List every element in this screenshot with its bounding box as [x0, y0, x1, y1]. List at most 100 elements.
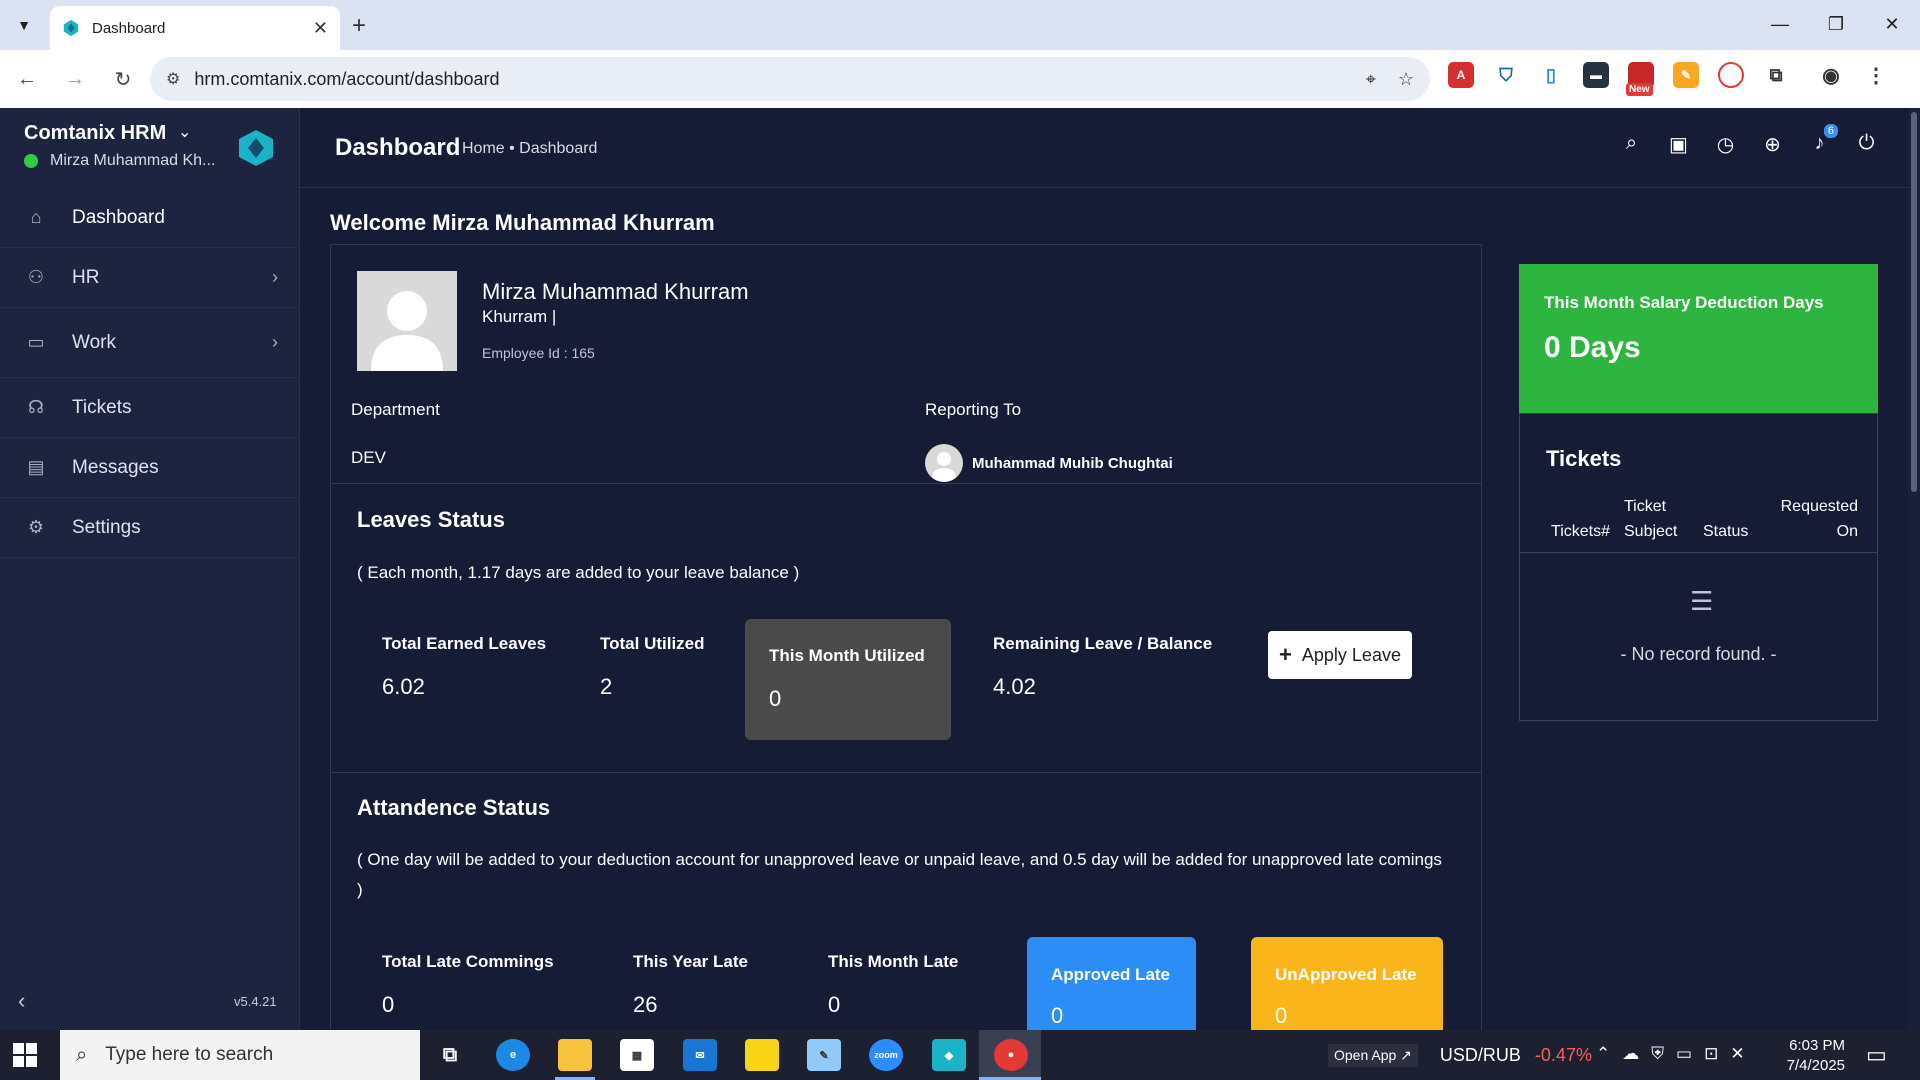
- window-controls: — ❐ ✕: [1752, 0, 1920, 50]
- sidebar-item-settings[interactable]: ⚙ Settings: [0, 498, 300, 558]
- user-silhouette-icon: [931, 452, 957, 482]
- yellow-extension-icon[interactable]: ✎: [1673, 62, 1699, 88]
- chevron-down-icon[interactable]: ⌄: [178, 122, 191, 142]
- profile-card: Mirza Muhammad Khurram Khurram | Employe…: [330, 244, 1482, 1040]
- open-app-link[interactable]: Open App ↗: [1328, 1044, 1418, 1067]
- minimize-icon[interactable]: —: [1752, 0, 1808, 48]
- col-requested-line1: Requested: [1780, 498, 1858, 515]
- department-label: Department: [351, 400, 440, 419]
- approved-late-label: Approved Late: [1051, 965, 1171, 984]
- stock-ticker-widget[interactable]: Open App ↗ USD/RUB -0.47%: [1328, 1044, 1592, 1067]
- network-icon[interactable]: ⊡: [1704, 1044, 1718, 1064]
- folder-extension-icon[interactable]: ▬: [1583, 62, 1609, 88]
- onedrive-cloud-icon[interactable]: ☁: [1622, 1044, 1639, 1064]
- total-earned-label: Total Earned Leaves: [382, 634, 547, 653]
- bell-icon[interactable]: ♪ 6: [1796, 124, 1843, 157]
- address-bar[interactable]: ⚙ hrm.comtanix.com/account/dashboard ⌖ ☆: [150, 57, 1430, 101]
- tab-title: Dashboard: [92, 19, 166, 37]
- security-icon[interactable]: ⛨: [1651, 1044, 1664, 1064]
- new-extension-icon[interactable]: New: [1626, 62, 1654, 96]
- clock-icon[interactable]: ◷: [1702, 132, 1749, 157]
- side-menu: ⌂ Dashboard ⚇ HR › ▭ Work › ☊ Tickets ▤ …: [0, 188, 300, 558]
- tickets-title: Tickets: [1546, 446, 1622, 471]
- profile-icon[interactable]: ◉: [1818, 62, 1844, 88]
- chrome-icon[interactable]: ●: [994, 1039, 1028, 1071]
- users-icon: ⚇: [27, 267, 45, 287]
- sidebar-item-work[interactable]: ▭ Work ›: [0, 308, 300, 378]
- shield-extension-icon[interactable]: ⛉: [1493, 62, 1519, 88]
- close-window-icon[interactable]: ✕: [1864, 0, 1920, 48]
- chevron-up-icon[interactable]: ⌃: [1596, 1044, 1610, 1064]
- docs-extension-icon[interactable]: ▯: [1538, 62, 1564, 88]
- breadcrumb[interactable]: Home • Dashboard: [462, 140, 597, 158]
- page-scrollbar[interactable]: [1908, 108, 1920, 1030]
- back-arrow-icon[interactable]: ←: [6, 58, 48, 100]
- notification-center-icon[interactable]: ▭: [1866, 1042, 1887, 1068]
- total-late-label: Total Late Commings: [382, 952, 554, 971]
- month-late-label: This Month Late: [828, 952, 959, 971]
- month-late-value: 0: [828, 992, 841, 1017]
- restore-icon[interactable]: ❐: [1808, 0, 1864, 48]
- comtanix-favicon-icon: [63, 19, 79, 37]
- ticker-change: -0.47%: [1534, 1045, 1592, 1065]
- month-utilized-label: This Month Utilized: [769, 646, 925, 665]
- pokeball-extension-icon[interactable]: [1718, 62, 1744, 88]
- user-silhouette-icon: [371, 291, 443, 371]
- forward-arrow-icon[interactable]: →: [54, 58, 96, 100]
- sidebar-item-tickets[interactable]: ☊ Tickets: [0, 378, 300, 438]
- search-icon[interactable]: ⌕: [1608, 132, 1655, 157]
- scrollbar-thumb[interactable]: [1911, 112, 1917, 492]
- extensions-area: A ⛉ ▯ ▬ New ✎ ⧉ ◉ ⋮: [1448, 62, 1908, 96]
- browser-menu-icon[interactable]: ⋮: [1863, 62, 1889, 88]
- month-utilized-value: 0: [769, 686, 782, 711]
- browser-tab-dashboard[interactable]: Dashboard ✕: [50, 6, 340, 50]
- battery-icon[interactable]: ▭: [1676, 1044, 1692, 1064]
- site-info-icon[interactable]: ⚙: [166, 69, 180, 89]
- power-icon[interactable]: ⏻: [1843, 132, 1890, 157]
- pdf-extension-icon[interactable]: A: [1448, 62, 1474, 88]
- total-utilized-label: Total Utilized: [600, 634, 705, 653]
- divider: [331, 772, 1481, 773]
- sidebar-item-dashboard[interactable]: ⌂ Dashboard: [0, 188, 300, 248]
- windows-start-icon[interactable]: [12, 1042, 38, 1068]
- app-header: Dashboard Home • Dashboard ⌕ ▣ ◷ ⊕ ♪ 6 ⏻: [300, 108, 1908, 188]
- reporting-label: Reporting To: [925, 400, 1022, 419]
- microsoft-store-icon[interactable]: ▦: [620, 1039, 654, 1071]
- notepad-icon[interactable]: ✎: [807, 1039, 841, 1071]
- add-circle-icon[interactable]: ⊕: [1749, 132, 1796, 157]
- sidebar-item-hr[interactable]: ⚇ HR ›: [0, 248, 300, 308]
- apply-leave-button[interactable]: + Apply Leave: [1268, 631, 1412, 679]
- taskbar-search-input[interactable]: ⌕ Type here to search: [60, 1030, 420, 1080]
- tab-search-chevron-icon[interactable]: ▼: [8, 10, 40, 40]
- comtanix-app-icon[interactable]: ◆: [932, 1039, 966, 1071]
- tab-close-icon[interactable]: ✕: [313, 18, 328, 39]
- extensions-puzzle-icon[interactable]: ⧉: [1763, 62, 1789, 88]
- sidebar-item-label: Messages: [72, 456, 159, 478]
- header-actions: ⌕ ▣ ◷ ⊕ ♪ 6 ⏻: [1608, 124, 1890, 157]
- url-text[interactable]: hrm.comtanix.com/account/dashboard: [194, 69, 1343, 90]
- edge-browser-icon[interactable]: e: [496, 1039, 530, 1071]
- volume-muted-icon[interactable]: ✕: [1730, 1044, 1744, 1064]
- reload-icon[interactable]: ↻: [102, 58, 144, 100]
- col-subject-line1: Ticket: [1624, 498, 1667, 515]
- employee-short-name: Khurram |: [482, 307, 557, 326]
- col-subject-line2: Subject: [1624, 523, 1678, 540]
- taskbar-clock[interactable]: 6:03 PM 7/4/2025: [1755, 1036, 1845, 1076]
- new-badge: New: [1626, 83, 1653, 96]
- location-pin-icon[interactable]: ⌖: [1366, 69, 1376, 90]
- file-explorer-icon[interactable]: [558, 1039, 592, 1071]
- bookmark-star-icon[interactable]: ☆: [1398, 69, 1414, 90]
- sidebar-item-messages[interactable]: ▤ Messages: [0, 438, 300, 498]
- avatar: [357, 271, 457, 371]
- collapse-sidebar-icon[interactable]: ‹: [18, 988, 25, 1014]
- notes-icon[interactable]: ▣: [1655, 132, 1702, 157]
- mail-icon[interactable]: ✉: [683, 1039, 717, 1071]
- brand-name[interactable]: Comtanix HRM: [24, 122, 166, 145]
- sticky-notes-icon[interactable]: [745, 1039, 779, 1071]
- leaves-note: ( Each month, 1.17 days are added to you…: [357, 563, 800, 582]
- new-tab-plus-icon[interactable]: +: [352, 12, 366, 40]
- zoom-icon[interactable]: zoom: [869, 1039, 903, 1071]
- search-icon: ⌕: [76, 1043, 88, 1066]
- task-view-icon[interactable]: ⧉: [433, 1039, 467, 1071]
- reporting-manager-name[interactable]: Muhammad Muhib Chughtai: [972, 455, 1173, 472]
